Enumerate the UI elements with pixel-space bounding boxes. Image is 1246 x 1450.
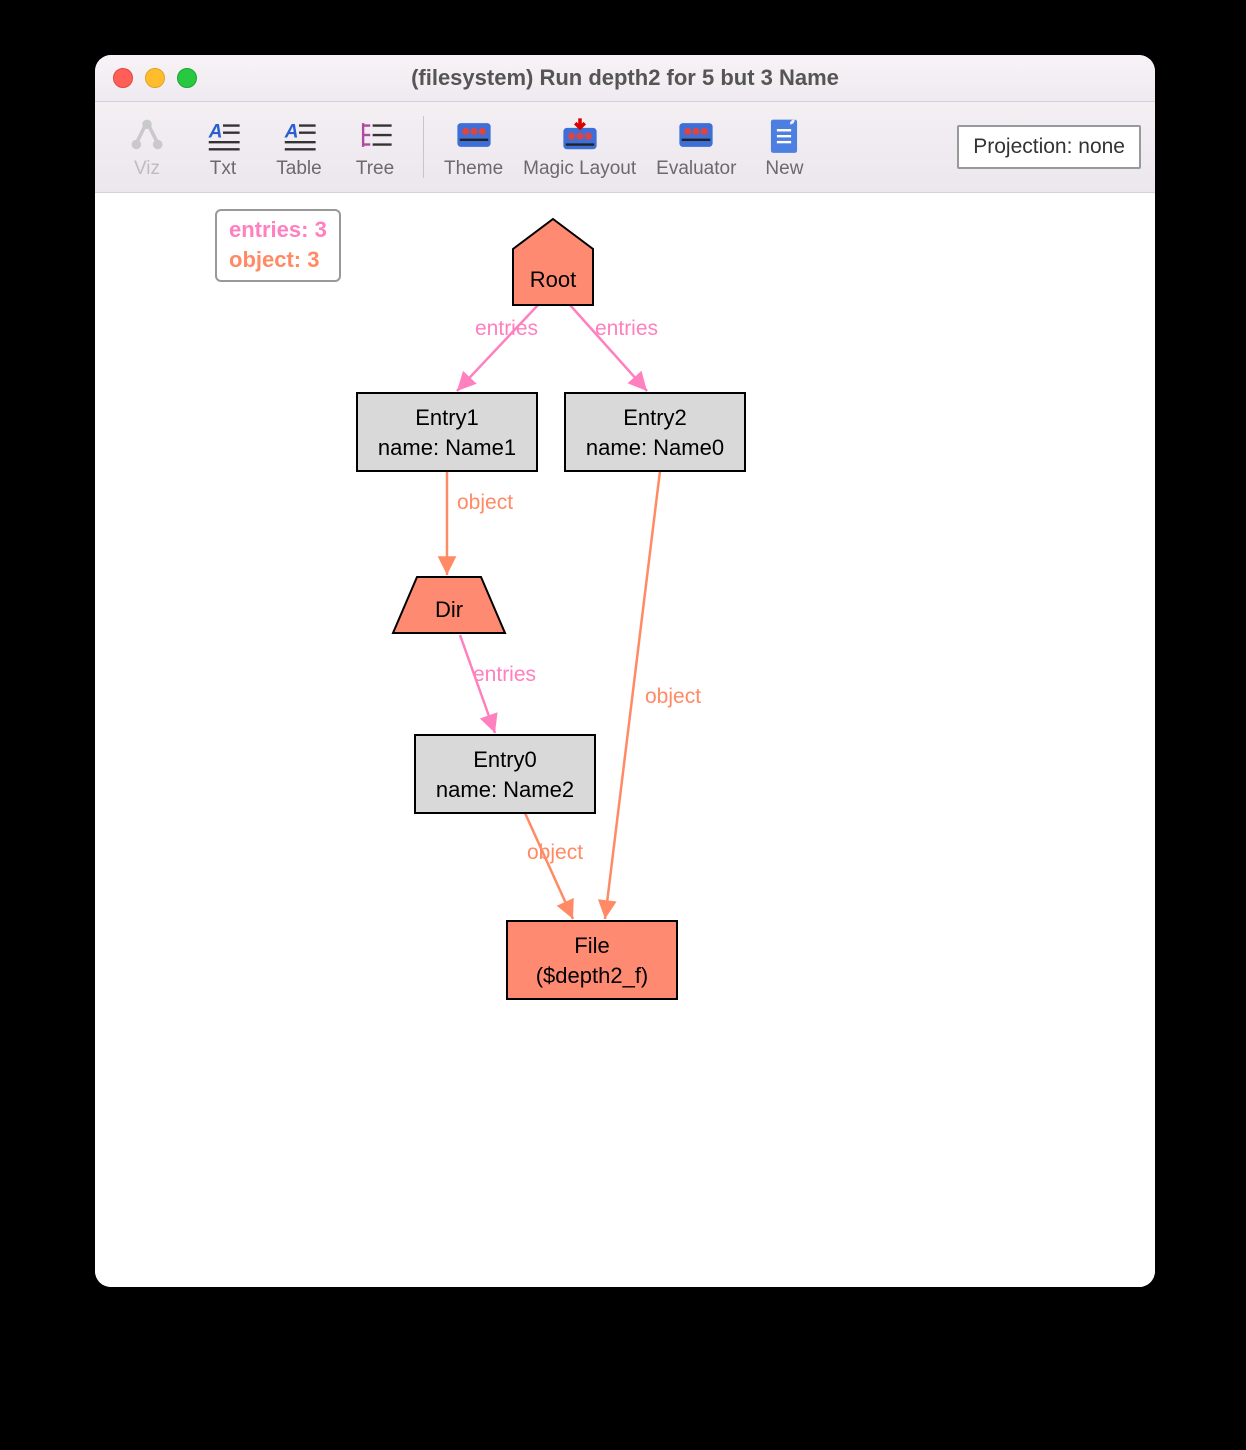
minimize-icon[interactable] [145,68,165,88]
txt-button[interactable]: A Txt [185,110,261,184]
node-entry2[interactable]: Entry2 name: Name0 [565,393,745,471]
window-title: (filesystem) Run depth2 for 5 but 3 Name [95,65,1155,91]
app-window: (filesystem) Run depth2 for 5 but 3 Name… [95,55,1155,1287]
edge-entry0-file [525,813,573,919]
edge-label-root-entry2: entries [595,317,658,340]
node-entry1[interactable]: Entry1 name: Name1 [357,393,537,471]
viz-label: Viz [134,158,160,180]
tree-icon [356,116,394,154]
theme-button[interactable]: Theme [434,110,513,184]
projection-selector[interactable]: Projection: none [957,125,1141,169]
tree-label: Tree [356,158,394,180]
node-file[interactable]: File ($depth2_f) [507,921,677,999]
svg-text:A: A [284,121,299,142]
node-entry1-line2: name: Name1 [378,435,516,460]
node-dir-label: Dir [435,597,463,622]
magic-layout-button[interactable]: Magic Layout [513,110,646,184]
node-root[interactable]: Root [513,219,593,305]
window-controls [95,68,197,88]
projection-label: Projection: none [973,135,1125,159]
node-entry2-line2: name: Name0 [586,435,724,460]
edge-label-entry0-file: object [527,841,583,864]
toolbar-separator [423,116,424,178]
theme-label: Theme [444,158,503,180]
edge-label-entry1-dir: object [457,491,513,514]
edge-label-dir-entry0: entries [473,663,536,686]
new-icon [765,116,803,154]
graph-svg: entries entries object entries object ob… [95,193,1155,1287]
theme-icon [455,116,493,154]
node-file-line1: File [574,933,609,958]
viz-button[interactable]: Viz [109,110,185,184]
magic-layout-icon [561,116,599,154]
node-entry1-line1: Entry1 [415,405,479,430]
zoom-icon[interactable] [177,68,197,88]
evaluator-label: Evaluator [656,158,736,180]
edge-label-root-entry1: entries [475,317,538,340]
node-entry0-line2: name: Name2 [436,777,574,802]
node-entry0[interactable]: Entry0 name: Name2 [415,735,595,813]
table-label: Table [276,158,321,180]
viz-icon [128,116,166,154]
node-dir[interactable]: Dir [393,577,505,633]
tree-button[interactable]: Tree [337,110,413,184]
toolbar: Viz A Txt A Table Tree Theme [95,102,1155,193]
new-button[interactable]: New [746,110,822,184]
node-file-line2: ($depth2_f) [536,963,649,988]
magic-layout-label: Magic Layout [523,158,636,180]
new-label: New [765,158,803,180]
txt-label: Txt [210,158,236,180]
svg-text:A: A [208,121,223,142]
node-root-label: Root [530,267,576,292]
txt-icon: A [204,116,242,154]
evaluator-button[interactable]: Evaluator [646,110,746,184]
table-icon: A [280,116,318,154]
node-entry0-line1: Entry0 [473,747,537,772]
evaluator-icon [677,116,715,154]
titlebar: (filesystem) Run depth2 for 5 but 3 Name [95,55,1155,102]
close-icon[interactable] [113,68,133,88]
table-button[interactable]: A Table [261,110,337,184]
edge-label-entry2-file: object [645,685,701,708]
diagram-canvas[interactable]: entries: 3 object: 3 entries entries obj… [95,193,1155,1287]
node-entry2-line1: Entry2 [623,405,687,430]
